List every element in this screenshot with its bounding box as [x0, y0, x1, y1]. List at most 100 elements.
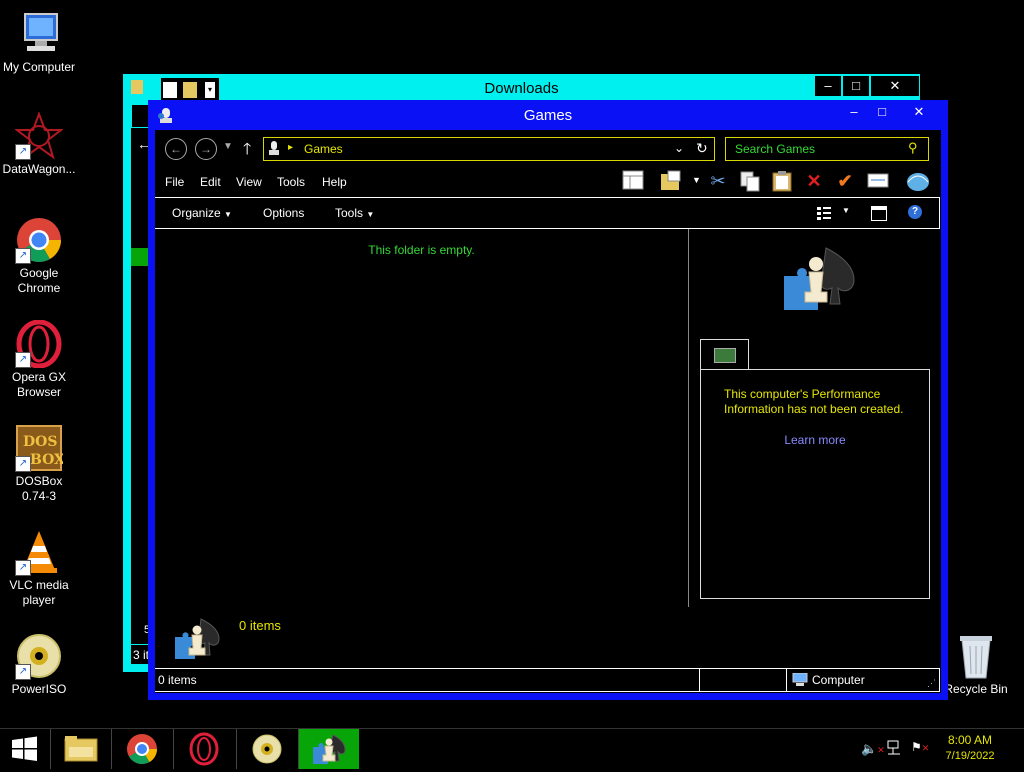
chrome-icon	[127, 734, 157, 765]
forward-button[interactable]: →	[195, 138, 217, 160]
properties-check-icon[interactable]: ✔	[834, 170, 856, 192]
refresh-icon[interactable]: ↻	[696, 140, 708, 157]
resize-grip-icon[interactable]: ⋰	[927, 678, 936, 689]
shortcut-arrow-icon: ↗	[15, 248, 31, 264]
status-divider	[699, 669, 700, 691]
start-button[interactable]	[0, 729, 50, 769]
copy-icon[interactable]	[739, 170, 761, 192]
menu-view[interactable]: View	[236, 175, 262, 189]
svg-text:DOS: DOS	[23, 434, 57, 450]
taskbar-poweriso[interactable]	[236, 729, 297, 769]
address-bar[interactable]: ▸ Games ⌄ ↻	[263, 137, 715, 161]
poweriso-icon: ↗	[15, 632, 63, 680]
menu-file[interactable]: File	[165, 175, 184, 189]
desktop-icon-label: DataWagon...	[2, 162, 76, 176]
shortcut-arrow-icon: ↗	[15, 456, 31, 472]
desktop-icon-label: Google Chrome	[17, 266, 61, 295]
up-arrow-icon[interactable]: 🡑	[243, 138, 251, 165]
computer-icon	[15, 10, 63, 58]
command-bar: Organize ▼ Options Tools ▼ ▼ ?	[155, 197, 940, 229]
layout-icon[interactable]	[622, 170, 644, 192]
window-title: Downloads	[484, 80, 559, 97]
options-button[interactable]: Options	[263, 206, 304, 220]
address-dropdown-icon[interactable]: ⌄	[674, 141, 684, 155]
tools-button[interactable]: Tools ▼	[335, 206, 374, 220]
recent-locations-icon[interactable]: ▼	[223, 141, 233, 152]
dosbox-icon: DOS BOX ↗	[15, 424, 65, 472]
svg-text:BOX: BOX	[30, 452, 63, 468]
desktop-icon-dosbox[interactable]: DOS BOX ↗ DOSBox 0.74-3	[1, 424, 77, 504]
desktop-icon-label: PowerISO	[11, 682, 67, 696]
performance-info-tab[interactable]	[700, 339, 749, 370]
cut-icon[interactable]: ✂	[707, 170, 729, 192]
menu-edit[interactable]: Edit	[200, 175, 221, 189]
maximize-button[interactable]: □	[843, 76, 869, 96]
email-icon[interactable]	[867, 170, 889, 192]
folder-view-icon[interactable]	[660, 170, 682, 192]
maximize-button[interactable]: □	[869, 102, 895, 122]
status-bar: 0 items Computer ⋰	[155, 668, 940, 692]
recycle-bin-icon	[952, 632, 1000, 680]
preview-pane-icon[interactable]	[871, 206, 887, 221]
shortcut-arrow-icon: ↗	[15, 664, 31, 680]
chrome-icon: ↗	[15, 216, 63, 264]
empty-folder-message: This folder is empty.	[368, 243, 475, 257]
games-window[interactable]: Games – □ ✕ ← → ▼ 🡑 ▸ Games ⌄ ↻ Search G…	[148, 100, 948, 700]
back-button[interactable]: ←	[165, 138, 187, 160]
preview-pane: This computer's Performance Information …	[689, 229, 939, 607]
desktop-icon-label: VLC media player	[9, 578, 69, 607]
desktop-icon-label: Opera GX Browser	[11, 370, 67, 399]
close-button[interactable]: ✕	[897, 102, 941, 122]
globe-shell-icon[interactable]	[906, 170, 929, 192]
delete-icon[interactable]: ✕	[803, 170, 825, 192]
desktop-icon-google-chrome[interactable]: ↗ Google Chrome	[1, 216, 77, 296]
computer-small-icon	[792, 672, 808, 686]
taskbar-chrome[interactable]	[111, 729, 172, 769]
desktop-icon-label: DOSBox 0.74-3	[15, 474, 63, 503]
clock-date[interactable]: 7/19/2022	[930, 750, 1010, 762]
file-explorer-icon	[64, 736, 98, 762]
file-list-area[interactable]: This folder is empty.	[155, 229, 689, 607]
paste-icon[interactable]	[771, 170, 793, 192]
tools-label: Tools	[335, 206, 364, 220]
network-icon[interactable]	[886, 739, 904, 757]
desktop-icon-poweriso[interactable]: ↗ PowerISO	[1, 632, 77, 697]
views-dropdown-icon[interactable]: ▼	[692, 175, 701, 185]
menu-help[interactable]: Help	[322, 175, 347, 189]
desktop-icon-vlc[interactable]: ↗ VLC media player	[1, 528, 77, 608]
breadcrumb-games[interactable]: Games	[304, 142, 343, 156]
clock-time[interactable]: 8:00 AM	[930, 733, 1010, 747]
details-item-count: 0 items	[239, 618, 281, 633]
learn-more-link[interactable]: Learn more	[701, 433, 929, 447]
action-center-icon[interactable]: ⚑✕	[911, 740, 929, 754]
taskbar-opera[interactable]	[173, 729, 234, 769]
minimize-button[interactable]: –	[841, 102, 867, 122]
desktop-icon-recycle-bin[interactable]: Recycle Bin	[938, 632, 1014, 697]
taskbar-file-explorer[interactable]	[50, 729, 111, 769]
games-icon	[313, 734, 346, 764]
volume-muted-icon[interactable]: 🔈✕	[861, 741, 885, 757]
search-box[interactable]: Search Games ⚲	[725, 137, 929, 161]
search-icon[interactable]: ⚲	[908, 140, 918, 156]
desktop-icon-my-computer[interactable]: My Computer	[1, 10, 77, 75]
menu-tools[interactable]: Tools	[277, 175, 305, 189]
desktop-icon-datawagon[interactable]: ↗ DataWagon...	[1, 111, 77, 177]
change-view-icon[interactable]	[817, 206, 831, 220]
desktop-icon-label: Recycle Bin	[944, 682, 1008, 696]
taskbar-games[interactable]	[298, 729, 359, 769]
view-options-dropdown-icon[interactable]: ▼	[842, 206, 850, 215]
desktop-icon-opera-gx[interactable]: ↗ Opera GX Browser	[1, 319, 77, 400]
selected-item-fragment	[131, 248, 149, 266]
organize-button[interactable]: Organize ▼	[172, 206, 232, 220]
opera-gx-icon: ↗	[15, 319, 63, 369]
shortcut-arrow-icon: ↗	[15, 144, 31, 160]
breadcrumb-chevron-icon[interactable]: ▸	[288, 142, 293, 153]
status-divider	[786, 669, 787, 691]
minimize-button[interactable]: –	[815, 76, 841, 96]
desktop-icon-label: My Computer	[2, 60, 76, 74]
vlc-icon: ↗	[15, 528, 63, 576]
games-chess-puzzle-icon	[778, 242, 868, 314]
games-location-icon	[267, 140, 281, 156]
close-button[interactable]: ✕	[871, 76, 919, 96]
help-icon[interactable]: ?	[908, 205, 922, 219]
